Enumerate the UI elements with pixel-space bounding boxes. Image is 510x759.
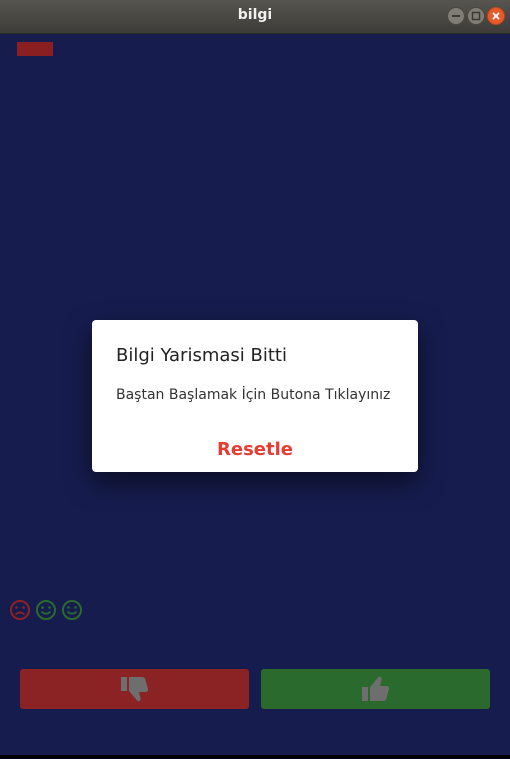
window-bottom-edge xyxy=(0,755,510,759)
thumbs-down-icon xyxy=(120,677,148,702)
dialog-title: Bilgi Yarismasi Bitti xyxy=(116,345,287,366)
dialog-message: Baştan Başlamak İçin Butona Tıklayınız xyxy=(116,387,391,403)
minimize-button[interactable] xyxy=(447,7,465,25)
maximize-button[interactable] xyxy=(467,7,485,25)
sad-face-icon xyxy=(10,600,30,620)
right-answer-button[interactable] xyxy=(261,669,490,709)
reset-button[interactable]: Resetle xyxy=(92,439,418,460)
wrong-answer-button[interactable] xyxy=(20,669,249,709)
maximize-icon xyxy=(471,11,481,21)
window-titlebar: bilgi xyxy=(0,0,510,34)
minimize-icon xyxy=(452,15,460,17)
thumbs-up-icon xyxy=(361,676,389,701)
smile-face-icon xyxy=(36,600,56,620)
smile-face-icon xyxy=(62,600,82,620)
close-icon xyxy=(492,12,500,20)
close-button[interactable] xyxy=(487,7,505,25)
quiz-finished-dialog: Bilgi Yarismasi Bitti Baştan Başlamak İç… xyxy=(92,320,418,472)
window-title: bilgi xyxy=(237,7,273,23)
